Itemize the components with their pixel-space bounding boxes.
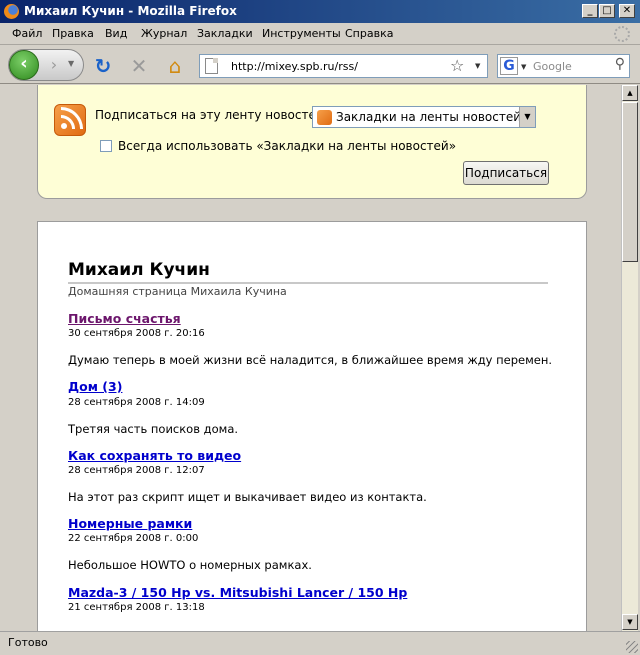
- feed-title: Михаил Кучин: [68, 260, 548, 284]
- menu-history[interactable]: Журнал: [141, 27, 187, 40]
- firefox-icon: [4, 4, 19, 19]
- feed-page: Михаил Кучин Домашняя страница Михаила К…: [37, 221, 587, 631]
- resize-grip-icon[interactable]: [626, 641, 638, 653]
- url-text[interactable]: http://mixey.spb.ru/rss/: [231, 60, 358, 73]
- url-bar[interactable]: http://mixey.spb.ru/rss/ ☆ ▼: [199, 54, 488, 78]
- entry-title-link[interactable]: Дом (3): [68, 379, 122, 394]
- subscribe-box: Подписаться на эту ленту новостей Заклад…: [37, 85, 587, 199]
- throbber-icon: [614, 26, 630, 42]
- menu-edit[interactable]: Правка: [52, 27, 94, 40]
- maximize-button[interactable]: □: [599, 4, 615, 18]
- forward-button[interactable]: ›: [44, 55, 64, 75]
- title-bar: Михаил Кучин - Mozilla Firefox _ □ ✕: [0, 0, 640, 23]
- entry-date: 28 сентября 2008 г. 14:09: [68, 397, 205, 408]
- menu-tools[interactable]: Инструменты: [262, 27, 341, 40]
- menu-bookmarks[interactable]: Закладки: [197, 27, 253, 40]
- always-use-label[interactable]: Всегда использовать «Закладки на ленты н…: [118, 139, 456, 153]
- entry-date: 28 сентября 2008 г. 12:07: [68, 465, 205, 476]
- url-dropdown-icon[interactable]: ▼: [475, 62, 480, 70]
- stop-button[interactable]: ✕: [128, 55, 150, 77]
- status-bar: Готово: [0, 631, 640, 655]
- minimize-button[interactable]: _: [582, 4, 598, 18]
- select-arrow-icon[interactable]: ▼: [519, 107, 535, 127]
- menu-help[interactable]: Справка: [345, 27, 393, 40]
- bookmark-star-icon[interactable]: ☆: [450, 56, 464, 75]
- subscribe-label: Подписаться на эту ленту новостей: [95, 108, 324, 122]
- history-dropdown-icon[interactable]: ▼: [68, 59, 74, 68]
- vertical-scrollbar[interactable]: ▲ ▼: [621, 85, 638, 631]
- search-bar[interactable]: G ▼ Google ⚲: [497, 54, 630, 78]
- subscribe-button[interactable]: Подписаться: [463, 161, 549, 185]
- window-title: Михаил Кучин - Mozilla Firefox: [24, 4, 237, 18]
- reload-button[interactable]: ↻: [92, 55, 114, 77]
- rss-small-icon: [317, 110, 332, 125]
- google-engine-icon[interactable]: G: [500, 57, 518, 75]
- navigation-toolbar: ‹ › ▼ ↻ ✕ ⌂ http://mixey.spb.ru/rss/ ☆ ▼…: [0, 46, 640, 84]
- search-input[interactable]: Google: [533, 60, 572, 73]
- back-button[interactable]: ‹: [9, 50, 39, 80]
- entry-text: На этот раз скрипт ищет и выкачивает вид…: [68, 490, 427, 504]
- entry-text: Небольшое HOWTO о номерных рамках.: [68, 558, 312, 572]
- entry-title-link[interactable]: Письмо счастья: [68, 311, 181, 326]
- entry-title-link[interactable]: Как сохранять то видео: [68, 448, 241, 463]
- page-icon: [205, 58, 218, 74]
- close-button[interactable]: ✕: [619, 4, 635, 18]
- entry-text: Думаю теперь в моей жизни всё наладится,…: [68, 353, 552, 367]
- feed-reader-select[interactable]: Закладки на ленты новостей ▼: [312, 106, 536, 128]
- entry-text: Третяя часть поисков дома.: [68, 422, 239, 436]
- entry-date: 30 сентября 2008 г. 20:16: [68, 328, 205, 339]
- feed-subtitle: Домашняя страница Михаила Кучина: [68, 285, 287, 298]
- scroll-up-button[interactable]: ▲: [622, 85, 638, 101]
- entry-date: 21 сентября 2008 г. 13:18: [68, 602, 205, 613]
- status-text: Готово: [8, 636, 48, 649]
- menu-view[interactable]: Вид: [105, 27, 127, 40]
- entry-title-link[interactable]: Номерные рамки: [68, 516, 192, 531]
- scroll-thumb[interactable]: [622, 102, 638, 262]
- page-content: Подписаться на эту ленту новостей Заклад…: [0, 85, 621, 631]
- search-icon[interactable]: ⚲: [615, 56, 625, 72]
- scroll-down-button[interactable]: ▼: [622, 614, 638, 630]
- always-use-checkbox[interactable]: [100, 140, 112, 152]
- menu-bar: Файл Правка Вид Журнал Закладки Инструме…: [0, 23, 640, 45]
- rss-feed-icon: [54, 104, 86, 136]
- feed-reader-value: Закладки на ленты новостей: [336, 110, 522, 124]
- menu-file[interactable]: Файл: [12, 27, 42, 40]
- entry-title-link[interactable]: Mazda-3 / 150 Hp vs. Mitsubishi Lancer /…: [68, 585, 407, 600]
- home-button[interactable]: ⌂: [164, 55, 186, 77]
- engine-dropdown-icon[interactable]: ▼: [521, 63, 526, 71]
- entry-date: 22 сентября 2008 г. 0:00: [68, 533, 199, 544]
